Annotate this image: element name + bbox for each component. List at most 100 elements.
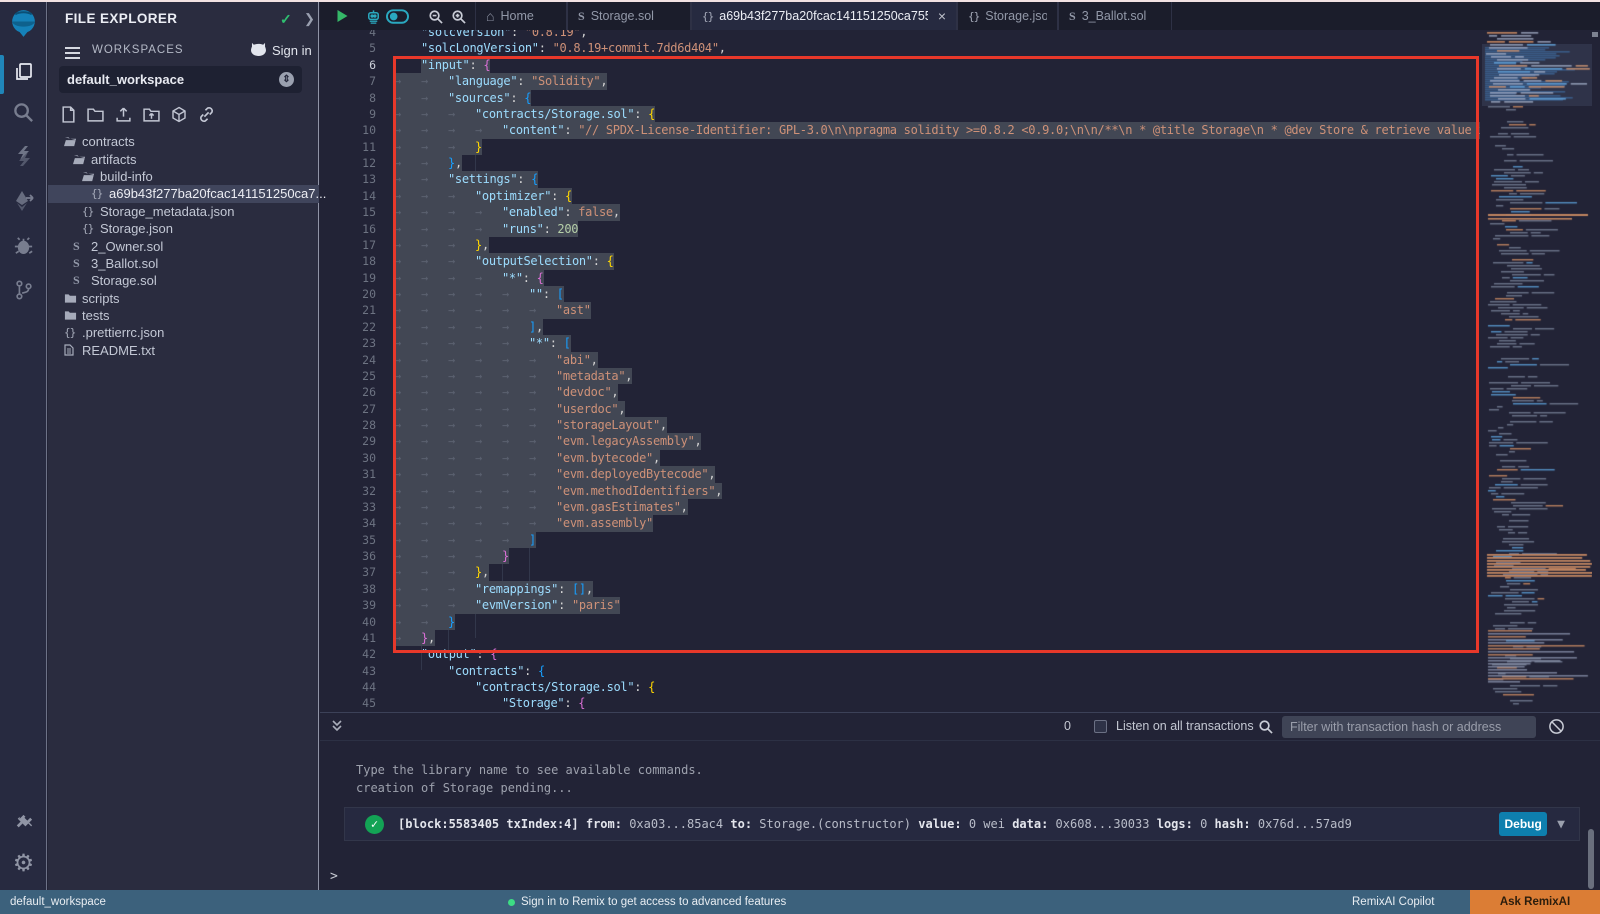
expand-transaction-chevron-icon[interactable]: ▼ <box>1557 817 1565 832</box>
token: : <box>551 189 565 203</box>
new-file-icon[interactable] <box>61 106 76 123</box>
ask-remixai-button[interactable]: Ask RemixAI <box>1470 890 1600 914</box>
tab-whitespace-arrow: → <box>502 515 529 531</box>
tab-whitespace-arrow: → <box>475 548 502 564</box>
tab-whitespace-arrow: → <box>502 319 529 335</box>
solidity-compiler-icon[interactable] <box>0 144 47 168</box>
listen-checkbox[interactable] <box>1094 720 1107 733</box>
line-number: 21 <box>320 302 376 318</box>
tree-item-scripts[interactable]: scripts <box>48 290 319 307</box>
chevron-right-icon[interactable]: ❯ <box>304 11 315 27</box>
upload-file-icon[interactable] <box>115 106 132 123</box>
search-icon[interactable] <box>0 101 47 124</box>
tree-item-contracts[interactable]: contracts <box>48 133 319 150</box>
sign-in-button[interactable]: Sign in <box>251 42 312 59</box>
line-number: 25 <box>320 368 376 384</box>
tree-item-Storage.json[interactable]: {}Storage.json <box>48 220 319 237</box>
tab-3_Ballot.sol[interactable]: S3_Ballot.sol <box>1058 2 1172 30</box>
tab-whitespace-arrow: → <box>421 286 448 302</box>
tab-whitespace-arrow: → <box>448 368 475 384</box>
tree-item-3_Ballot.sol[interactable]: S3_Ballot.sol <box>48 255 319 272</box>
terminal-scrollbar[interactable] <box>1588 829 1594 889</box>
token: "storageLayout" <box>556 418 660 432</box>
tree-item-Storage_metadata.json[interactable]: {}Storage_metadata.json <box>48 203 319 220</box>
transaction-filter-input[interactable] <box>1282 716 1536 738</box>
tree-item-tests[interactable]: tests <box>48 307 319 324</box>
line-number: 40 <box>320 614 376 630</box>
tab-whitespace-arrow: → <box>421 614 448 630</box>
token: "evm.assembly" <box>556 516 653 530</box>
debugger-icon[interactable] <box>0 234 47 257</box>
tree-item-artifacts[interactable]: artifacts <box>48 150 319 167</box>
file-tree: contractsartifactsbuild-info{}a69b43f277… <box>48 133 319 359</box>
code-line-18: →→→"outputSelection": { <box>394 253 1480 269</box>
debug-button[interactable]: Debug <box>1499 812 1547 836</box>
run-script-icon[interactable] <box>336 2 349 30</box>
token: , <box>482 238 489 252</box>
statusbar-workspace[interactable]: default_workspace <box>10 896 106 908</box>
workspace-selected-value: default_workspace <box>67 72 279 87</box>
tab-label: Storage.sol <box>591 9 654 23</box>
tab-whitespace-arrow: → <box>394 597 421 613</box>
zoom-out-icon[interactable] <box>428 2 443 30</box>
code-editor[interactable]: 4"solcVersion": "0.8.19",5"solcLongVersi… <box>320 30 1600 714</box>
git-icon[interactable] <box>0 278 47 302</box>
token: , <box>482 565 489 579</box>
overview-ruler-thumb[interactable] <box>1592 32 1598 37</box>
workspaces-menu-icon[interactable] <box>65 44 80 62</box>
terminal[interactable]: Type the library name to see available c… <box>320 741 1600 890</box>
tree-item-a69b43f277ba20fcac141151250ca7...[interactable]: {}a69b43f277ba20fcac141151250ca7... <box>48 185 319 202</box>
tab-whitespace-arrow: → <box>502 532 529 548</box>
clear-console-icon[interactable] <box>1548 718 1565 740</box>
token: "0.8.19" <box>525 30 580 39</box>
statusbar-signin[interactable]: Sign in to Remix to get access to advanc… <box>508 896 786 908</box>
tree-item-README.txt[interactable]: README.txt <box>48 342 319 359</box>
code-line-39: →→→"evmVersion": "paris" <box>394 597 1480 613</box>
solidity-icon: S <box>73 239 91 254</box>
terminal-prompt[interactable]: > <box>330 869 338 884</box>
tab-whitespace-arrow: → <box>502 433 529 449</box>
line-number: 17 <box>320 237 376 253</box>
zoom-in-icon[interactable] <box>451 2 466 30</box>
listen-label[interactable]: Listen on all transactions <box>1116 719 1254 733</box>
tree-item-Storage.sol[interactable]: SStorage.sol <box>48 272 319 289</box>
deploy-run-icon[interactable] <box>0 189 47 213</box>
terminal-search-icon[interactable] <box>1258 719 1273 739</box>
file-explorer-icon[interactable] <box>0 60 47 84</box>
transaction-log-row[interactable]: ✓ [block:5583405 txIndex:4] from: 0xa03.… <box>344 807 1580 841</box>
tab-Home[interactable]: ⌂Home <box>475 2 567 30</box>
minimap[interactable] <box>1482 30 1592 714</box>
tab-Storage.sol[interactable]: SStorage.sol <box>567 2 691 30</box>
line-number: 15 <box>320 204 376 220</box>
ai-copilot-toggle[interactable] <box>386 2 409 30</box>
minimap-slider[interactable] <box>1482 44 1592 106</box>
token: { <box>648 680 655 694</box>
tab-Storage.json[interactable]: {}Storage.json <box>957 2 1058 30</box>
selection-highlight: "input": { <box>421 57 490 73</box>
link-icon[interactable] <box>198 106 215 123</box>
tree-item-2_Owner.sol[interactable]: S2_Owner.sol <box>48 237 319 254</box>
publish-ipfs-icon[interactable] <box>171 106 187 123</box>
tree-item-build-info[interactable]: build-info <box>48 168 319 185</box>
selection-highlight: →→"settings": { <box>394 171 538 187</box>
new-folder-icon[interactable] <box>87 106 104 123</box>
remix-logo-icon[interactable] <box>0 7 47 40</box>
terminal-collapse-icon[interactable] <box>330 718 344 739</box>
terminal-line: creation of Storage pending... <box>356 781 573 795</box>
tab-whitespace-arrow: → <box>448 417 475 433</box>
settings-gear-icon[interactable]: ⚙ <box>0 849 47 878</box>
token: "optimizer" <box>475 189 551 203</box>
home-icon: ⌂ <box>486 8 494 24</box>
tab-whitespace-arrow: → <box>421 204 448 220</box>
tree-item-.prettierrc.json[interactable]: {}.prettierrc.json <box>48 324 319 341</box>
token: , <box>600 74 607 88</box>
remix-ai-robot-icon[interactable] <box>365 2 382 30</box>
close-tab-icon[interactable]: × <box>938 8 946 24</box>
selection-highlight: →→→→"runs": 200 <box>394 221 578 237</box>
upload-folder-icon[interactable] <box>143 106 160 123</box>
tab-a69b43f277ba20fcac141151250ca755.json[interactable]: {}a69b43f277ba20fcac141151250ca755.json× <box>691 2 957 30</box>
plugin-manager-icon[interactable] <box>0 812 47 835</box>
tab-whitespace-arrow: → <box>394 614 421 630</box>
tab-bar: ⌂HomeSStorage.sol{}a69b43f277ba20fcac141… <box>320 2 1600 30</box>
workspace-select[interactable]: default_workspace ⇕ <box>59 66 302 93</box>
